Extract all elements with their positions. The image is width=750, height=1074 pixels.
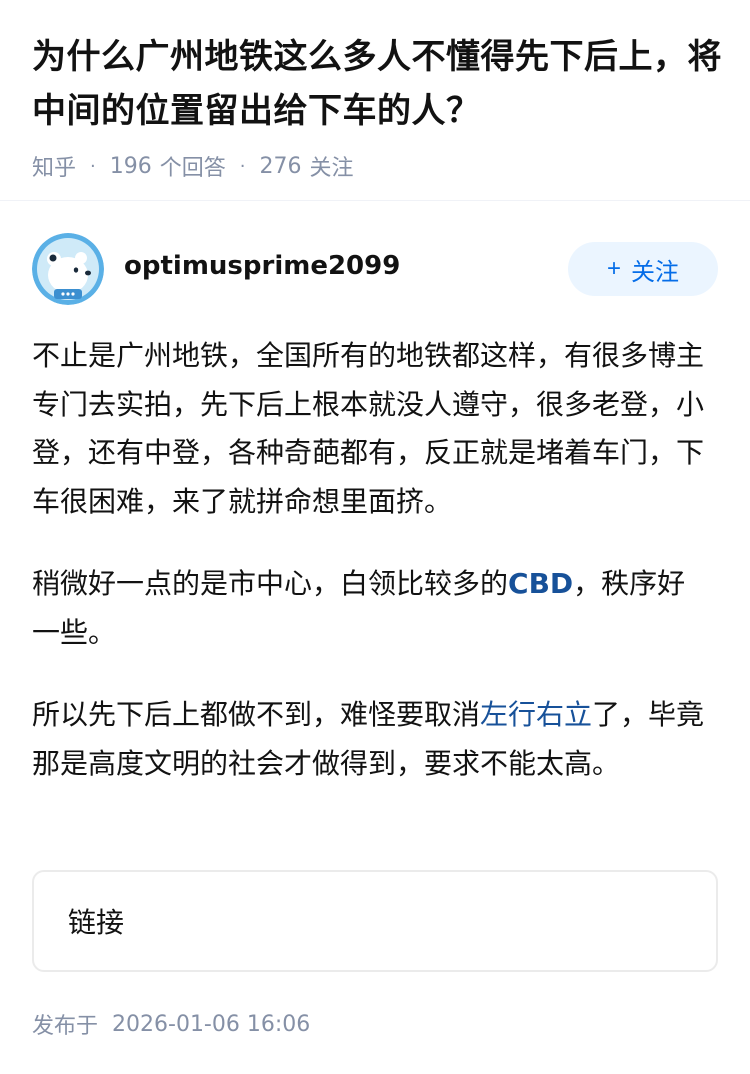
publish-time: 2026-01-06 16:06 bbox=[112, 1011, 311, 1037]
answer-count: 196 bbox=[109, 153, 152, 179]
author-name[interactable]: optimusprime2099 bbox=[124, 251, 568, 281]
answer-text: 不止是广州地铁，全国所有的地铁都这样，有很多博主专门去实拍，先下后上根本就没人遵… bbox=[32, 339, 705, 518]
question-title[interactable]: 为什么广州地铁这么多人不懂得先下后上，将中间的位置留出给下车的人？ bbox=[32, 30, 722, 138]
follow-button[interactable]: + 关注 bbox=[568, 242, 718, 296]
plus-icon: + bbox=[606, 255, 621, 282]
keyword-link[interactable]: 左行右立 bbox=[480, 698, 592, 731]
answer-text: 所以先下后上都做不到，难怪要取消 bbox=[32, 698, 481, 731]
question-meta: 知乎 · 196 个回答 · 276 关注 bbox=[32, 146, 722, 186]
author-row: optimusprime2099 + 关注 bbox=[32, 233, 718, 305]
meta-separator: · bbox=[239, 155, 246, 177]
follow-count: 276 bbox=[259, 153, 302, 179]
link-card[interactable]: 链接 bbox=[32, 870, 718, 972]
avatar-polar-bear-icon[interactable] bbox=[32, 233, 104, 305]
answer-paragraph: 稍微好一点的是市中心，白领比较多的CBD，秩序好一些。 bbox=[32, 560, 712, 657]
follow-button-label: 关注 bbox=[631, 258, 679, 286]
follow-count-label: 关注 bbox=[309, 156, 354, 181]
question-header: 为什么广州地铁这么多人不懂得先下后上，将中间的位置留出给下车的人？ 知乎 · 1… bbox=[32, 30, 722, 186]
answer-text: 稍微好一点的是市中心，白领比较多的 bbox=[32, 567, 509, 600]
answer-count-label: 个回答 bbox=[159, 156, 226, 181]
link-card-label: 链接 bbox=[68, 906, 125, 939]
meta-separator: · bbox=[90, 155, 96, 177]
section-divider bbox=[0, 200, 750, 201]
cbd-link[interactable]: CBD bbox=[508, 567, 573, 600]
publish-info: 发布于 2026-01-06 16:06 bbox=[32, 1006, 310, 1042]
answer-paragraph: 所以先下后上都做不到，难怪要取消左行右立了，毕竟那是高度文明的社会才做得到，要求… bbox=[32, 691, 712, 788]
answer-content: 不止是广州地铁，全国所有的地铁都这样，有很多博主专门去实拍，先下后上根本就没人遵… bbox=[32, 332, 712, 822]
publish-label: 发布于 bbox=[32, 1014, 99, 1039]
answer-paragraph: 不止是广州地铁，全国所有的地铁都这样，有很多博主专门去实拍，先下后上根本就没人遵… bbox=[32, 332, 712, 526]
source-label[interactable]: 知乎 bbox=[32, 150, 76, 182]
